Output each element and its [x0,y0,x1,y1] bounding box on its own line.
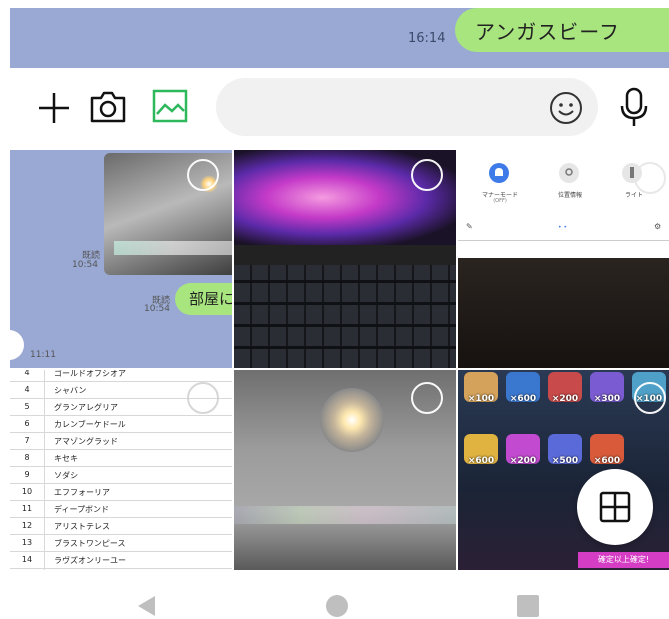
row-number: 14 [21,555,33,564]
row-number: 8 [24,453,30,462]
message-input[interactable] [216,78,598,136]
select-circle[interactable] [411,159,443,191]
card-count: ×600 [593,456,621,466]
select-circle[interactable] [634,382,666,414]
message-time: 16:14 [408,31,446,46]
row-number: 11 [21,504,33,513]
scroll-down-button [10,330,24,360]
media-thumbnail-3[interactable]: マナーモード (OFF) 位置情報 ライト ✎ • • ⚙ [458,150,669,368]
location-icon [559,163,579,183]
row-number: 9 [24,470,30,479]
media-thumbnail-4[interactable]: 4 ゴールドオブシオア 4 シャバン 5 グランアレグリア 6 カレンブーケドール 7 アマゾング… [10,370,232,570]
select-circle[interactable] [187,382,219,414]
home-icon[interactable] [325,594,349,618]
page-indicator: • • [558,224,567,231]
horse-name: アリストテレス [54,522,110,531]
horse-name: アマゾングラッド [54,437,118,446]
row-number: 4 [24,370,30,377]
message-bubble: 部屋に [175,283,232,315]
message-time: 10:54 [72,260,98,270]
horse-name: ゴールドオブシオア [54,370,126,378]
select-circle[interactable] [634,162,666,194]
horse-name: ソダシ [54,471,79,480]
back-icon[interactable] [135,594,157,618]
message-bubble[interactable]: アンガスビーフ [455,8,669,52]
horse-name: ブラストワンピース [54,539,126,548]
horse-name: キセキ [54,454,78,463]
settings-icon: ⚙ [654,222,662,231]
card-count: ×200 [551,394,579,404]
row-number: 13 [21,538,33,547]
card-count: ×600 [467,456,495,466]
media-thumbnail-5[interactable] [234,370,456,570]
bell-icon [489,163,509,183]
card-count: ×100 [467,394,495,404]
message-time: 10:54 [144,304,170,314]
dark-photo [458,258,669,368]
card-count: ×200 [509,456,537,466]
media-thumbnail-1[interactable]: 既読 10:54 既読 10:54 部屋に 11:11 [10,150,232,368]
row-number: 10 [21,487,33,496]
setting-sublabel: (OFF) [493,198,507,204]
recents-icon[interactable] [516,594,540,618]
ceiling-light [320,388,384,452]
card-count: ×500 [551,456,579,466]
emoji-icon[interactable] [548,90,584,126]
system-nav-bar [0,572,669,619]
row-number: 5 [24,402,30,411]
taskbar [234,245,456,265]
plus-icon[interactable] [36,90,72,126]
horse-name: カレンブーケドール [54,420,126,429]
edit-icon: ✎ [466,222,473,231]
grid-icon [599,491,631,523]
row-number: 12 [21,521,33,530]
select-circle[interactable] [187,159,219,191]
horse-name: ラヴズオンリーユー [54,556,126,565]
media-thumbnail-2[interactable] [234,150,456,368]
row-number: 4 [24,385,30,394]
horse-name: グランアレグリア [54,403,118,412]
camera-icon[interactable] [88,88,128,126]
select-circle[interactable] [411,382,443,414]
row-number: 7 [24,436,30,445]
media-picker-grid: 既読 10:54 既読 10:54 部屋に 11:11 マナーモード (OFF) [10,150,669,570]
card-count: ×600 [509,394,537,404]
banner: 確定以上確定! [578,552,669,568]
horse-name: シャバン [54,386,87,395]
horse-name: ディープボンド [54,505,109,514]
expand-grid-button[interactable] [577,469,653,545]
message-time: 11:11 [30,350,56,360]
gallery-icon[interactable] [151,88,189,124]
horse-name: エフフォーリア [54,488,110,497]
microphone-icon[interactable] [614,86,654,128]
setting-label: 位置情報 [557,192,582,199]
media-thumbnail-6[interactable]: ×100 ×600 ×200 ×300 ×100 ×600 ×200 ×500 ×600 確定… [458,370,669,570]
card-count: ×300 [593,394,621,404]
row-number: 6 [24,419,30,428]
